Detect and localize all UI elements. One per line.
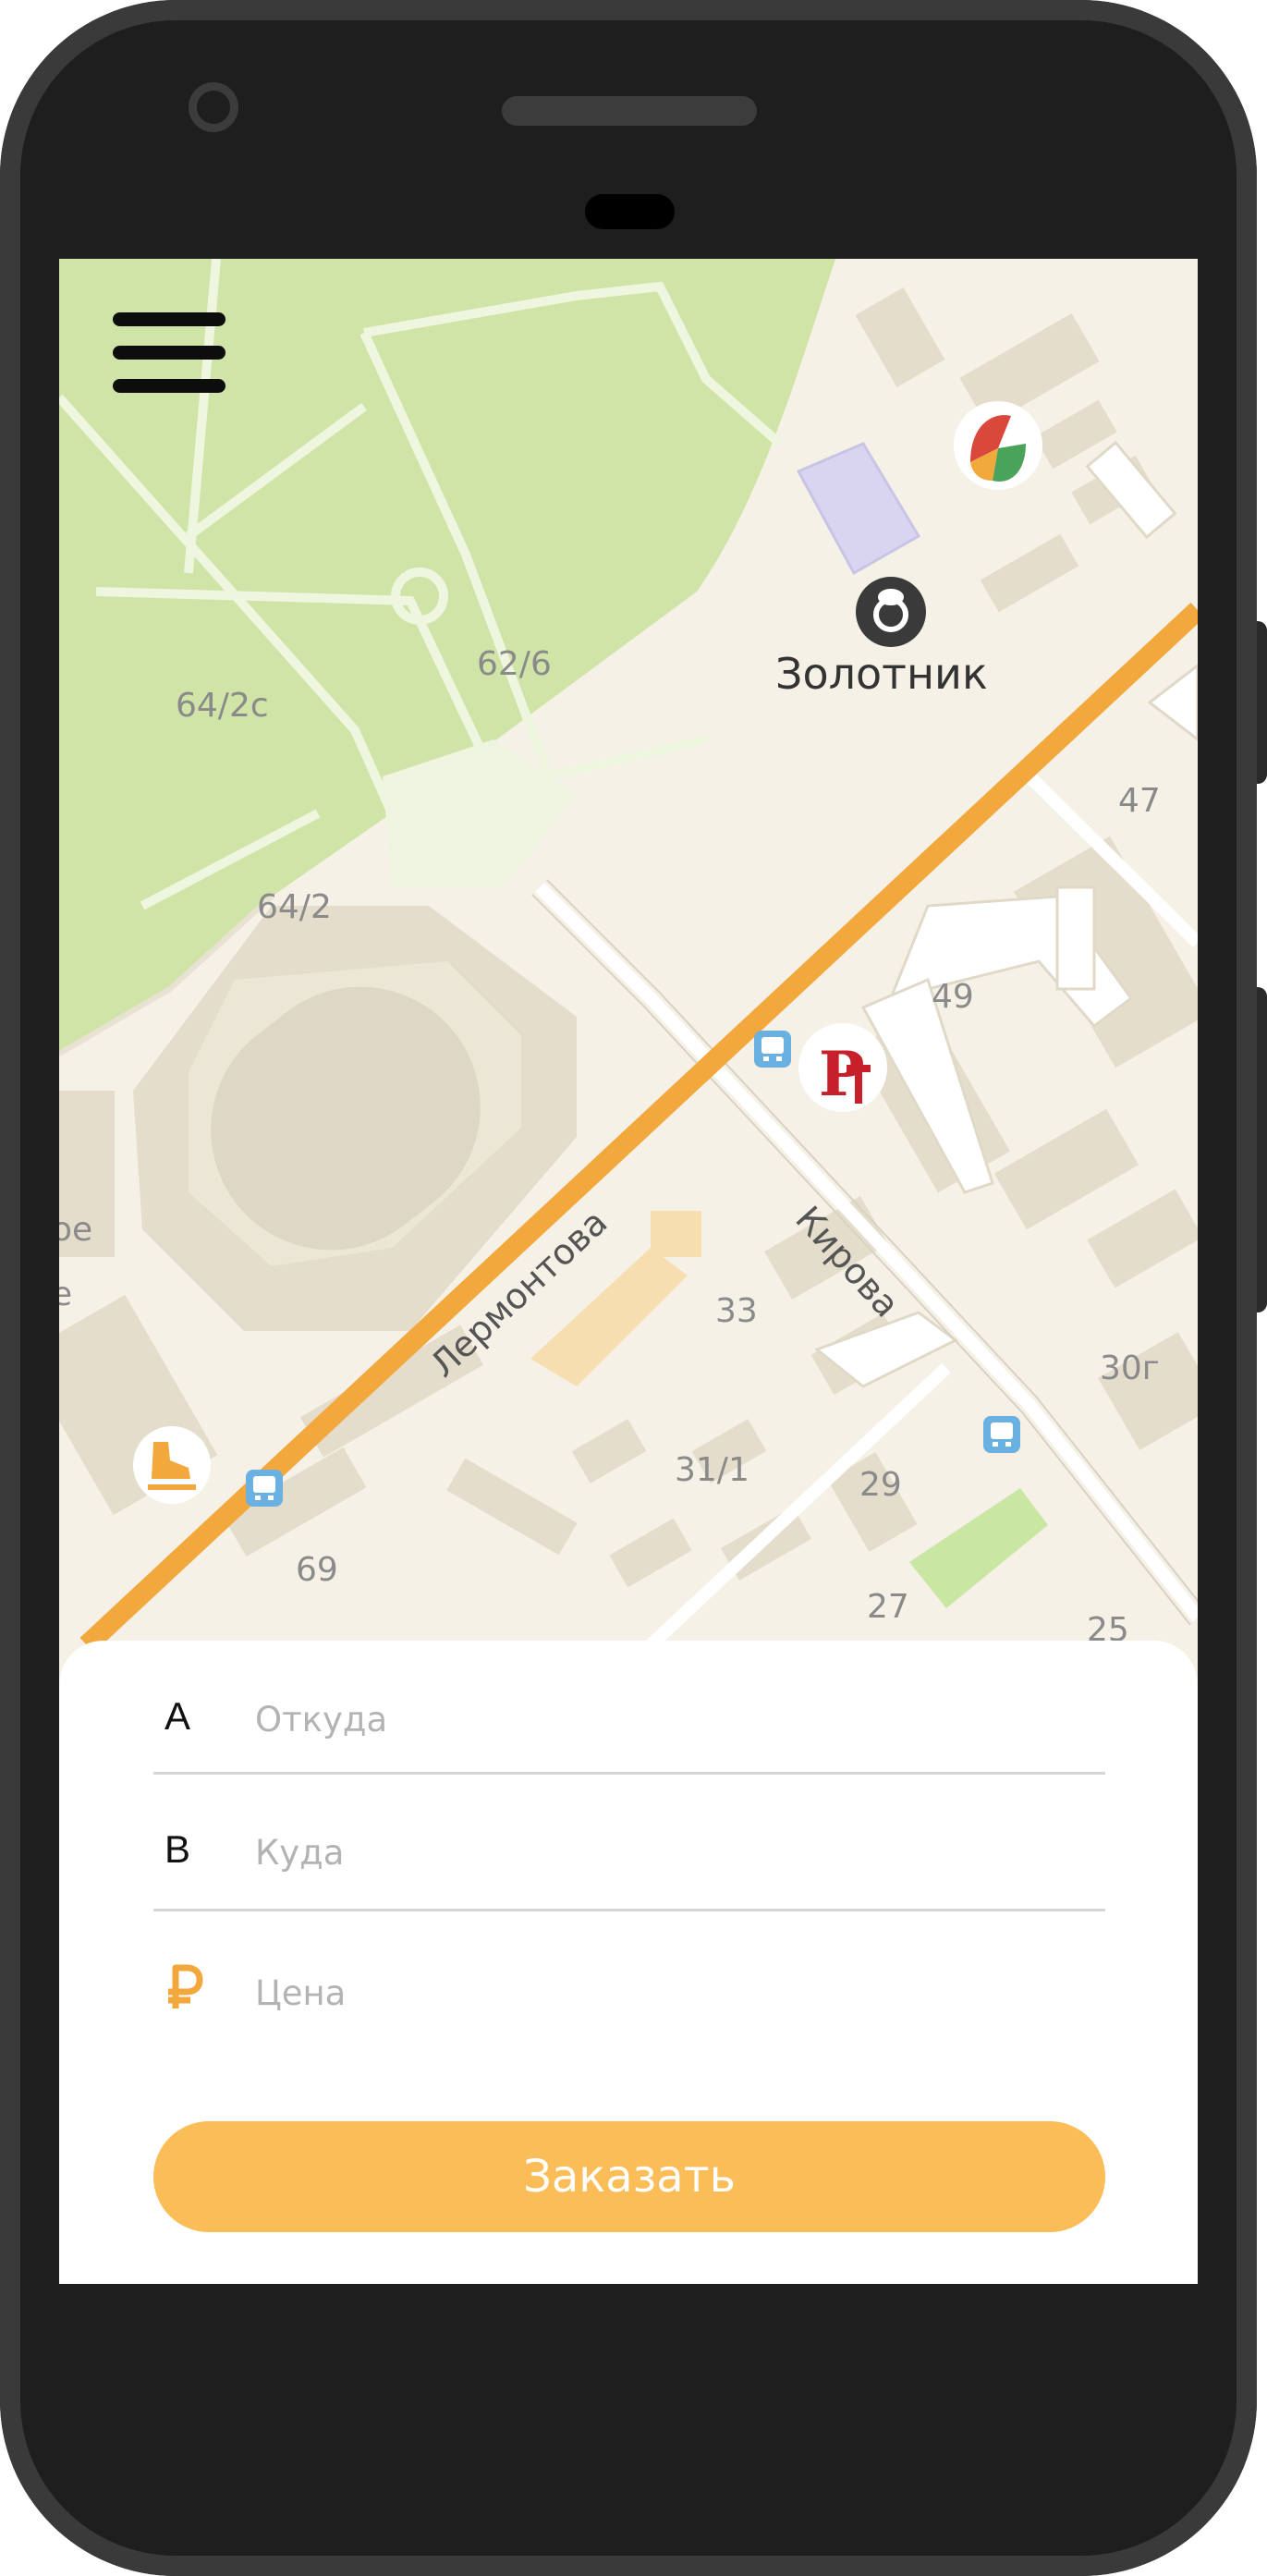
highlighted-building-block bbox=[651, 1211, 701, 1257]
poi-colorful-logo[interactable] bbox=[954, 401, 1042, 490]
bus-stop-icon[interactable] bbox=[983, 1416, 1020, 1453]
earpiece-speaker bbox=[502, 96, 757, 126]
price-row bbox=[153, 1960, 1105, 2027]
house-number: 69 bbox=[296, 1551, 338, 1589]
order-sheet: A B Заказать bbox=[59, 1641, 1198, 2284]
from-input[interactable] bbox=[255, 1694, 1087, 1744]
price-input[interactable] bbox=[255, 1968, 1087, 2018]
house-number: 27 bbox=[867, 1588, 909, 1626]
poi-label-zolotnik: Золотник bbox=[775, 649, 988, 699]
frame-antenna-notch bbox=[915, 0, 948, 20]
poi-rt-logo[interactable]: Р bbox=[798, 1023, 887, 1112]
house-number: 62/6 bbox=[477, 645, 552, 683]
menu-line bbox=[113, 312, 225, 326]
ice-skate-poi[interactable] bbox=[133, 1426, 211, 1504]
menu-line bbox=[113, 346, 225, 360]
map-view[interactable]: Лермонтова Кирова 64/2с 62/6 64/2 47 49 … bbox=[59, 259, 1198, 1645]
house-number: 33 bbox=[715, 1292, 758, 1330]
house-number: 47 bbox=[1118, 782, 1161, 820]
to-letter: B bbox=[164, 1827, 191, 1871]
menu-line bbox=[113, 379, 225, 393]
frame-edge-right bbox=[1237, 213, 1257, 248]
phone-frame: Лермонтова Кирова 64/2с 62/6 64/2 47 49 … bbox=[0, 0, 1267, 2576]
divider bbox=[153, 1909, 1105, 1911]
from-letter: A bbox=[164, 1694, 191, 1738]
house-number: 31/1 bbox=[675, 1451, 749, 1489]
house-number: 30г bbox=[1100, 1349, 1160, 1387]
house-number: 64/2с bbox=[176, 687, 269, 725]
ring-icon-stone bbox=[878, 589, 904, 605]
ruble-icon bbox=[168, 1964, 203, 2008]
frame-edge-left bbox=[0, 213, 20, 248]
rt-logo-stem bbox=[855, 1065, 862, 1104]
to-input[interactable] bbox=[255, 1827, 1087, 1877]
divider bbox=[153, 1772, 1105, 1775]
map-label-fragment: ое bbox=[59, 1211, 92, 1249]
power-button bbox=[1257, 621, 1267, 784]
ice-skate-blade bbox=[148, 1484, 196, 1490]
front-camera bbox=[189, 82, 238, 132]
to-row: B bbox=[153, 1820, 1105, 1886]
bus-stop-icon[interactable] bbox=[754, 1031, 791, 1068]
proximity-sensor bbox=[585, 194, 675, 229]
ring-icon bbox=[856, 577, 926, 647]
order-button[interactable]: Заказать bbox=[153, 2121, 1105, 2232]
house-number: 29 bbox=[859, 1466, 902, 1504]
house-number: 49 bbox=[932, 978, 974, 1016]
bus-stop-icon[interactable] bbox=[246, 1470, 283, 1507]
from-row: A bbox=[153, 1687, 1105, 1753]
app-screen: Лермонтова Кирова 64/2с 62/6 64/2 47 49 … bbox=[59, 259, 1198, 2284]
volume-button bbox=[1257, 987, 1267, 1312]
map-label-fragment: е bbox=[59, 1276, 72, 1313]
hamburger-menu-icon[interactable] bbox=[113, 307, 229, 397]
house-number: 64/2 bbox=[257, 888, 332, 926]
